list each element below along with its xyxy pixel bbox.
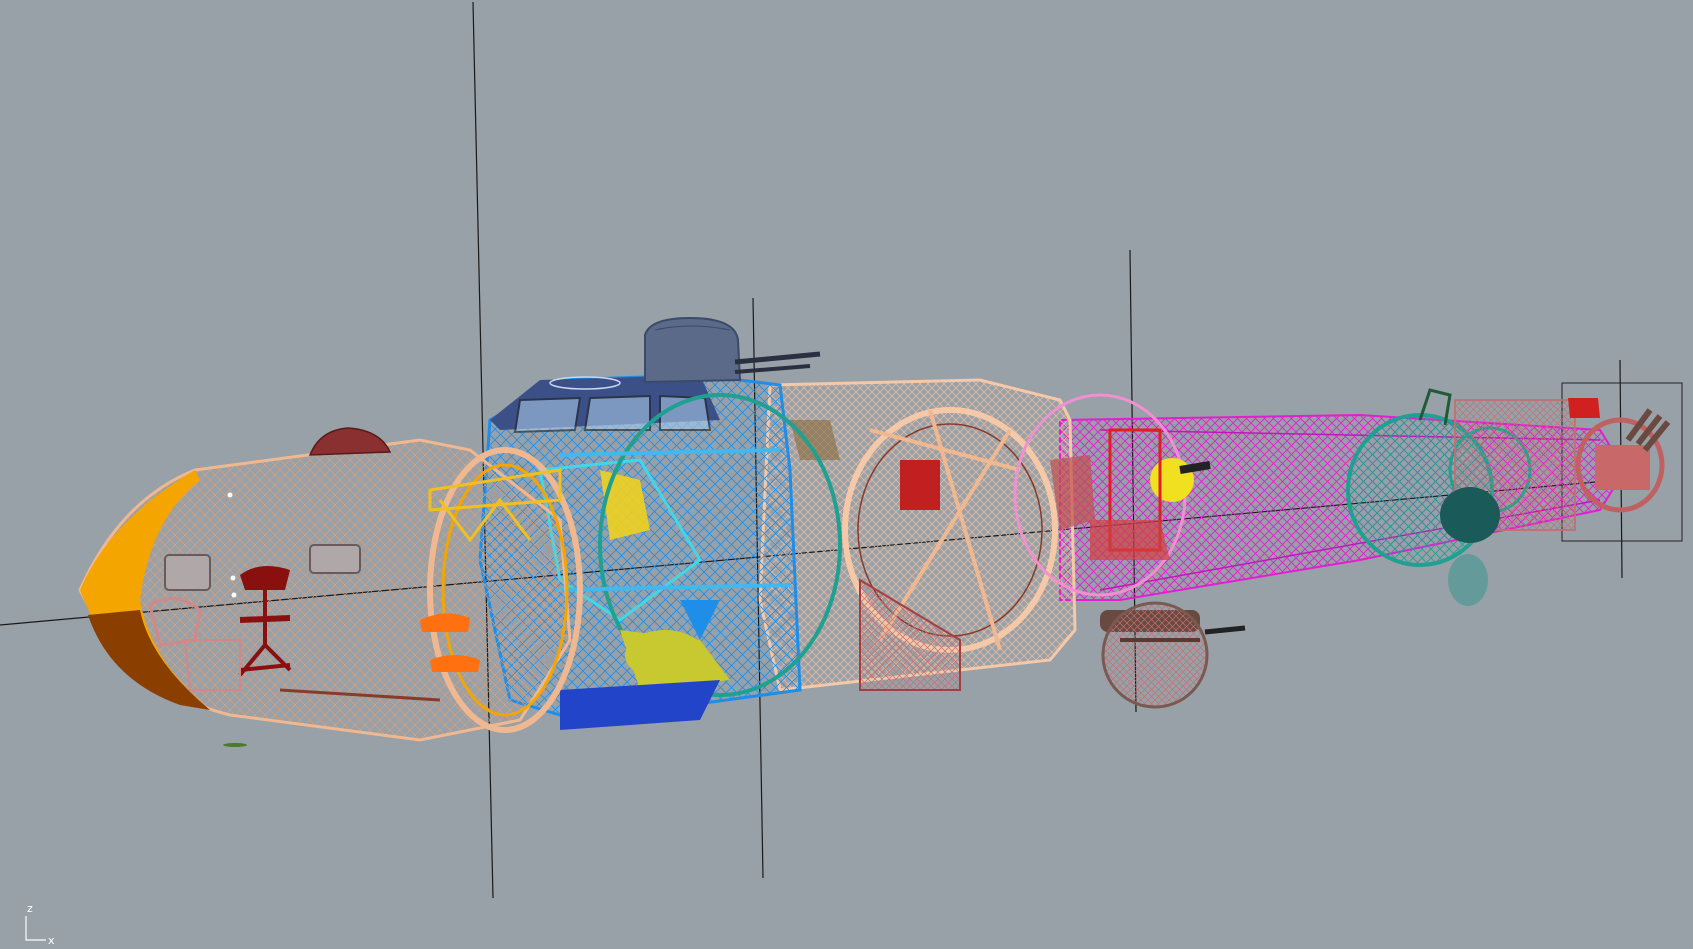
3d-viewport[interactable]: z x xyxy=(0,0,1693,949)
gizmo-z-label: z xyxy=(27,902,33,915)
tail-gunner-section xyxy=(1346,388,1671,606)
wireframe-scene: z x xyxy=(0,1,1683,947)
waist-section xyxy=(758,378,1077,692)
axis-gizmo: z x xyxy=(25,902,55,947)
nose-section xyxy=(78,438,583,742)
gizmo-x-label: x xyxy=(48,934,55,947)
ball-turret xyxy=(1100,601,1246,709)
top-turret xyxy=(644,316,821,384)
astrodome xyxy=(308,427,392,456)
ground-marker xyxy=(223,743,247,747)
